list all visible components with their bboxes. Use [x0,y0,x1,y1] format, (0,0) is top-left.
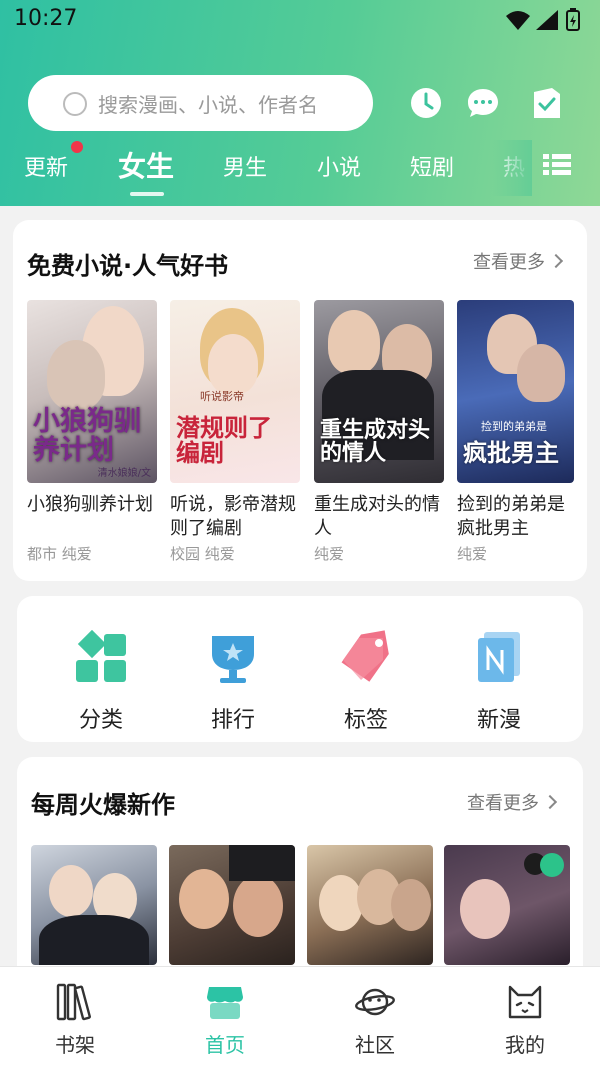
search-bar[interactable]: 搜索漫画、小说、作者名 [28,75,373,131]
cover-subtitle: 听说影帝 [200,390,244,403]
book-tags: 校园 纯爱 [170,545,235,563]
cover-title: 小狼狗驯养计划 [33,406,141,466]
book-cover: 听说影帝 潜规则了编剧 [170,300,300,483]
tab-short-drama[interactable]: 短剧 [410,150,454,182]
checkin-icon[interactable] [530,86,564,120]
section-title: 免费小说·人气好书 [27,252,229,280]
tab-female[interactable]: 女生 [118,145,174,185]
quick-entry-tags[interactable]: 标签 [316,630,416,734]
book-title: 捡到的弟弟是疯批男主 [457,494,565,539]
book-title: 小狼狗驯养计划 [27,494,153,515]
nav-home[interactable]: 首页 [175,983,275,1058]
quick-entry-label: 标签 [343,708,388,733]
wifi-icon [506,11,530,30]
book-tags: 纯爱 [457,545,488,563]
tab-male[interactable]: 男生 [223,150,267,182]
nav-community[interactable]: 社区 [325,983,425,1058]
message-icon[interactable] [466,86,500,120]
ranking-trophy-icon [212,636,254,683]
quick-entry-label: 新漫 [476,708,521,733]
manga-badge-green [540,853,564,877]
cover-title: 重生成对头的情人 [320,416,431,466]
tab-menu-icon[interactable] [543,153,571,177]
tag-icon [341,630,389,682]
book-tags: 都市 纯爱 [27,545,92,563]
see-more-link[interactable]: 查看更多 [467,789,558,815]
book-title: 重生成对头的情人 [314,494,440,539]
nav-label: 书架 [55,1033,95,1057]
quick-entries: 分类 排行 标签 新漫 [17,596,583,742]
category-tabs: 更新 女生 男生 小说 短剧 热 [0,140,600,196]
tab-update-badge [71,141,83,153]
nav-bookshelf[interactable]: 书架 [25,983,125,1058]
book-cover: 重生成对头的情人 [314,300,444,483]
free-novels-section: 免费小说·人气好书 查看更多 小狼狗驯养计划 清水娘娘/文 小狼狗驯养计划 都市… [13,220,587,581]
history-clock-icon[interactable] [409,86,443,120]
status-icons [506,8,580,31]
book-card[interactable]: 捡到的弟弟是 疯批男主 捡到的弟弟是疯批男主 纯爱 [457,300,574,564]
manga-cover[interactable] [169,845,295,965]
nav-label: 社区 [355,1033,395,1057]
nav-profile[interactable]: 我的 [475,983,575,1058]
cover-title: 潜规则了编剧 [176,412,272,467]
book-card[interactable]: 重生成对头的情人 重生成对头的情人 纯爱 [314,300,444,564]
chevron-right-icon [548,253,564,269]
manga-cover[interactable] [307,845,433,965]
book-title: 听说，影帝潜规则了编剧 [170,494,296,539]
quick-entry-label: 分类 [78,708,123,733]
tab-update[interactable]: 更新 [24,150,68,182]
chevron-right-icon [542,794,558,810]
book-card[interactable]: 听说影帝 潜规则了编剧 听说，影帝潜规则了编剧 校园 纯爱 [170,300,300,564]
nav-label: 我的 [505,1033,545,1057]
quick-entry-label: 排行 [210,708,255,733]
manga-cover[interactable] [31,845,157,965]
section-title: 每周火爆新作 [31,791,175,819]
bookshelf-icon [56,983,91,1021]
manga-cover[interactable] [444,845,570,965]
bottom-nav: 书架 首页 社区 我的 [0,966,600,1066]
status-time: 10:27 [14,6,78,31]
book-card[interactable]: 小狼狗驯养计划 清水娘娘/文 小狼狗驯养计划 都市 纯爱 [27,300,157,564]
quick-entry-category[interactable]: 分类 [51,629,151,734]
book-cover: 小狼狗驯养计划 清水娘娘/文 [27,300,157,483]
planet-community-icon [355,988,395,1016]
nav-label: 首页 [205,1033,245,1057]
quick-entry-new-manga[interactable]: 新漫 [449,630,549,734]
cover-subtitle: 捡到的弟弟是 [481,420,547,433]
cover-title: 疯批男主 [463,437,559,467]
signal-icon [536,10,558,30]
search-placeholder: 搜索漫画、小说、作者名 [98,92,318,117]
new-manga-icon [478,632,520,682]
cat-profile-icon [508,985,542,1019]
see-more-link[interactable]: 查看更多 [473,248,564,274]
search-icon [63,92,87,116]
tab-fade [492,140,532,196]
category-grid-icon [76,629,126,682]
book-cover: 捡到的弟弟是 疯批男主 [457,300,574,483]
quick-entry-ranking[interactable]: 排行 [183,630,283,734]
book-tags: 纯爱 [314,545,345,563]
tab-novel[interactable]: 小说 [317,150,361,182]
active-tab-indicator [130,192,164,196]
cover-author: 清水娘娘/文 [97,468,151,479]
status-bar: 10:27 [0,0,600,40]
home-store-icon [207,987,243,1019]
